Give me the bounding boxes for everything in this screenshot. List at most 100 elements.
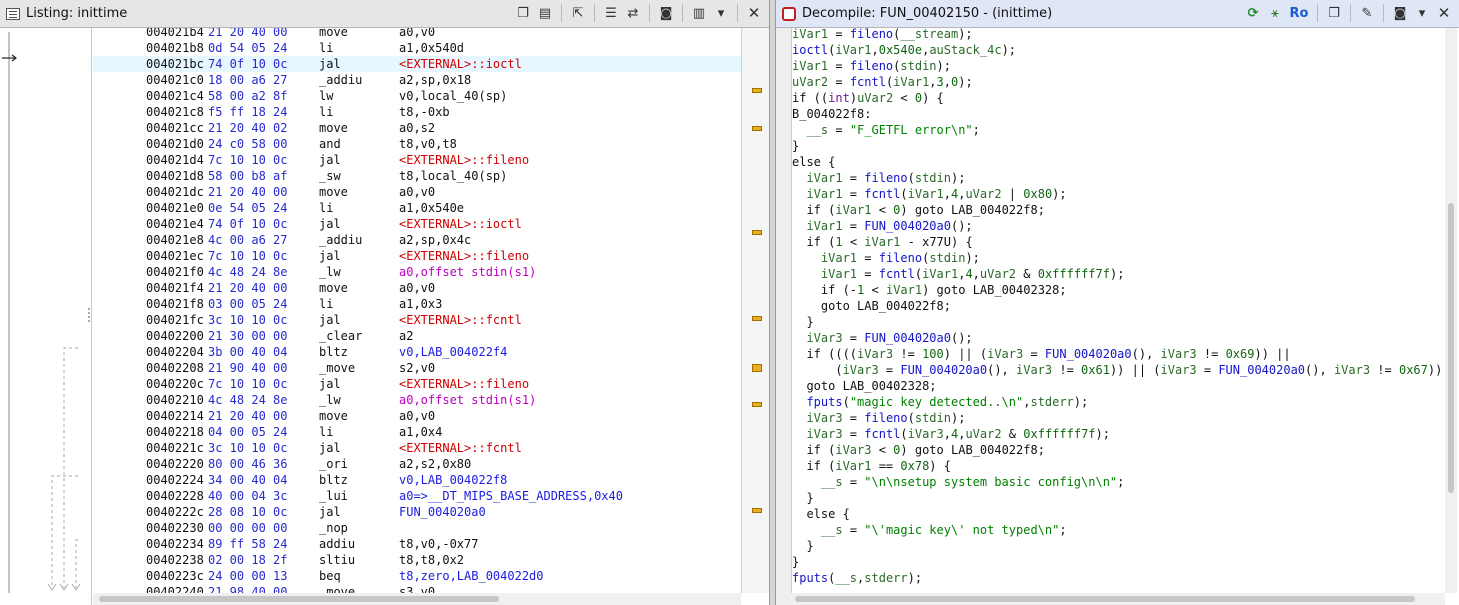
- instruction-operands[interactable]: t8,zero,LAB_004022d0: [399, 568, 544, 584]
- code-text[interactable]: }: [792, 139, 799, 153]
- listing-row[interactable]: 00402240 21 98 40 00 _move s3,v0: [93, 584, 741, 593]
- listing-row[interactable]: 00402230 00 00 00 00 _nop: [93, 520, 741, 536]
- listing-row[interactable]: 004021e4 74 0f 10 0c jal <EXTERNAL>::ioctl: [93, 216, 741, 232]
- decompile-line[interactable]: 26if ((int)uVar2 < 0) {: [792, 90, 944, 106]
- decompile-line[interactable]: 51 }: [792, 490, 813, 506]
- overview-marker[interactable]: [752, 402, 762, 407]
- readonly-toggle[interactable]: Ro: [1288, 4, 1310, 22]
- listing-row[interactable]: 004021e8 4c 00 a6 27 _addiu a2,sp,0x4c: [93, 232, 741, 248]
- instruction-operands[interactable]: t8,v0,-0x77: [399, 536, 478, 552]
- instruction-operands[interactable]: v0,local_40(sp): [399, 88, 507, 104]
- snapshot-icon[interactable]: ◙: [1391, 4, 1409, 22]
- instruction-operands[interactable]: t8,-0xb: [399, 104, 450, 120]
- edit-signature-icon[interactable]: ✎: [1358, 4, 1376, 22]
- decompile-line[interactable]: 32 iVar1 = fcntl(iVar1,4,uVar2 | 0x80);: [792, 186, 1066, 202]
- code-text[interactable]: __s = "\'magic key\' not typed\n";: [792, 523, 1067, 537]
- listing-overview-bar[interactable]: [741, 28, 769, 593]
- instruction-operands[interactable]: a2: [399, 328, 413, 344]
- scrollbar-thumb[interactable]: [795, 596, 1415, 602]
- graph-icon[interactable]: ⚹: [1266, 4, 1284, 22]
- instruction-operands[interactable]: a0,offset stdin(s1): [399, 264, 536, 280]
- listing-row[interactable]: 004021c4 58 00 a2 8f lw v0,local_40(sp): [93, 88, 741, 104]
- decompile-line[interactable]: 47 iVar3 = fcntl(iVar3,4,uVar2 & 0xfffff…: [792, 426, 1110, 442]
- scrollbar-thumb[interactable]: [99, 596, 499, 602]
- decompile-line[interactable]: 40 }: [792, 314, 813, 330]
- listing-row[interactable]: 004021f8 03 00 05 24 li a1,0x3: [93, 296, 741, 312]
- listing-row[interactable]: 00402200 21 30 00 00 _clear a2: [93, 328, 741, 344]
- listing-row[interactable]: 004021cc 21 20 40 02 move a0,s2: [93, 120, 741, 136]
- decompile-line[interactable]: 52 else {: [792, 506, 849, 522]
- instruction-operands[interactable]: s3,v0: [399, 584, 435, 593]
- decompile-line[interactable]: 23ioctl(iVar1,0x540e,auStack_4c);: [792, 42, 1016, 58]
- decompile-line[interactable]: 55}: [792, 554, 799, 570]
- instruction-operands[interactable]: a1,0x4: [399, 424, 442, 440]
- decompile-line[interactable]: 50 __s = "\n\nsetup system basic config\…: [792, 474, 1124, 490]
- code-text[interactable]: goto LAB_00402328;: [792, 379, 936, 393]
- code-text[interactable]: }: [792, 491, 813, 505]
- code-text[interactable]: if ((((iVar3 != 100) || (iVar3 = FUN_004…: [792, 347, 1290, 361]
- decompile-vertical-scrollbar[interactable]: [1445, 28, 1457, 593]
- code-text[interactable]: if (iVar1 == 0x78) {: [792, 459, 951, 473]
- decompile-line[interactable]: 36 iVar1 = fileno(stdin);: [792, 250, 980, 266]
- overview-marker[interactable]: [752, 508, 762, 513]
- decompile-line[interactable]: 33 if (iVar1 < 0) goto LAB_004022f8;: [792, 202, 1044, 218]
- listing-row[interactable]: 00402238 02 00 18 2f sltiu t8,t8,0x2: [93, 552, 741, 568]
- decompile-line[interactable]: 39 goto LAB_004022f8;: [792, 298, 951, 314]
- decompile-line[interactable]: 22iVar1 = fileno(__stream);: [792, 28, 973, 42]
- decompile-line[interactable]: 54 }: [792, 538, 813, 554]
- instruction-operands[interactable]: <EXTERNAL>::fileno: [399, 376, 529, 392]
- decompile-line[interactable]: 37 iVar1 = fcntl(iVar1,4,uVar2 & 0xfffff…: [792, 266, 1125, 282]
- code-text[interactable]: }: [792, 539, 813, 553]
- instruction-operands[interactable]: a0=>__DT_MIPS_BASE_ADDRESS,0x40: [399, 488, 623, 504]
- listing-row[interactable]: 004021b8 0d 54 05 24 li a1,0x540d: [93, 40, 741, 56]
- code-text[interactable]: iVar1 = fileno(__stream);: [792, 28, 973, 41]
- listing-row[interactable]: 00402204 3b 00 40 04 bltz v0,LAB_004022f4: [93, 344, 741, 360]
- instruction-operands[interactable]: t8,t8,0x2: [399, 552, 464, 568]
- listing-row[interactable]: 004021f0 4c 48 24 8e _lw a0,offset stdin(s1…: [93, 264, 741, 280]
- decompile-line[interactable]: 35 if (1 < iVar1 - x77U) {: [792, 234, 972, 250]
- instruction-operands[interactable]: v0,LAB_004022f4: [399, 344, 507, 360]
- instruction-operands[interactable]: <EXTERNAL>::fileno: [399, 152, 529, 168]
- code-text[interactable]: fputs(__s,stderr);: [792, 571, 922, 585]
- decompile-line[interactable]: 44 goto LAB_00402328;: [792, 378, 936, 394]
- code-text[interactable]: goto LAB_004022f8;: [792, 299, 951, 313]
- code-text[interactable]: }: [792, 315, 813, 329]
- overview-marker[interactable]: [752, 230, 762, 235]
- instruction-operands[interactable]: a0,offset stdin(s1): [399, 392, 536, 408]
- instruction-operands[interactable]: a0,v0: [399, 408, 435, 424]
- listing-row[interactable]: 00402234 89 ff 58 24 addiu t8,v0,-0x77: [93, 536, 741, 552]
- code-text[interactable]: B_004022f8:: [792, 107, 871, 121]
- overview-marker[interactable]: [752, 126, 762, 131]
- instruction-operands[interactable]: t8,v0,t8: [399, 136, 457, 152]
- decompile-line[interactable]: 27B_004022f8:: [792, 106, 871, 122]
- instruction-operands[interactable]: a0,v0: [399, 280, 435, 296]
- code-text[interactable]: __s = "F_GETFL error\n";: [792, 123, 979, 137]
- code-text[interactable]: iVar1 = FUN_004020a0();: [792, 219, 972, 233]
- decompile-line[interactable]: 24iVar1 = fileno(stdin);: [792, 58, 951, 74]
- listing-row[interactable]: 00402220 80 00 46 36 _ori a2,s2,0x80: [93, 456, 741, 472]
- listing-row[interactable]: 0040220c 7c 10 10 0c jal <EXTERNAL>::fileno: [93, 376, 741, 392]
- instruction-operands[interactable]: <EXTERNAL>::fcntl: [399, 312, 522, 328]
- listing-row[interactable]: 004021bc 74 0f 10 0c jal <EXTERNAL>::ioctl: [93, 56, 741, 72]
- instruction-operands[interactable]: <EXTERNAL>::fcntl: [399, 440, 522, 456]
- instruction-operands[interactable]: a2,s2,0x80: [399, 456, 471, 472]
- edit-fields-icon[interactable]: ☰: [602, 4, 620, 22]
- code-text[interactable]: if (-1 < iVar1) goto LAB_00402328;: [792, 283, 1067, 297]
- decompile-line[interactable]: 48 if (iVar3 < 0) goto LAB_004022f8;: [792, 442, 1044, 458]
- decompile-line[interactable]: 41 iVar3 = FUN_004020a0();: [792, 330, 972, 346]
- code-text[interactable]: iVar1 = fcntl(iVar1,4,uVar2 | 0x80);: [792, 187, 1066, 201]
- snapshot-icon[interactable]: ◙: [657, 4, 675, 22]
- listing-row[interactable]: 004021b4 21 20 40 00 move a0,v0: [93, 28, 741, 40]
- listing-row[interactable]: 00402214 21 20 40 00 move a0,v0: [93, 408, 741, 424]
- refresh-icon[interactable]: ⟳: [1244, 4, 1262, 22]
- instruction-operands[interactable]: a2,sp,0x18: [399, 72, 471, 88]
- instruction-operands[interactable]: a1,0x3: [399, 296, 442, 312]
- instruction-operands[interactable]: a2,sp,0x4c: [399, 232, 471, 248]
- listing-code[interactable]: 004021b4 21 20 40 00 move a0,v0 004021b8 0d 5…: [93, 28, 741, 593]
- close-icon[interactable]: ✕: [745, 4, 763, 22]
- listing-row[interactable]: 004021dc 21 20 40 00 move a0,v0: [93, 184, 741, 200]
- instruction-operands[interactable]: s2,v0: [399, 360, 435, 376]
- decompile-horizontal-scrollbar[interactable]: [791, 593, 1445, 605]
- instruction-operands[interactable]: FUN_004020a0: [399, 504, 486, 520]
- listing-row[interactable]: 0040221c 3c 10 10 0c jal <EXTERNAL>::fcntl: [93, 440, 741, 456]
